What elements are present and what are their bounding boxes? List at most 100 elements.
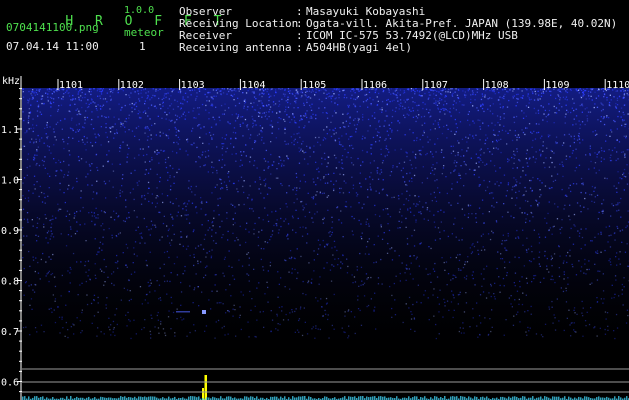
noise-dot [149, 168, 152, 170]
noise-dot [93, 315, 96, 317]
noise-dot [48, 146, 50, 148]
noise-dot [210, 104, 212, 107]
noise-dot [81, 309, 83, 311]
noise-dot [238, 259, 240, 261]
noise-dot [195, 273, 197, 275]
noise-dot [367, 241, 369, 243]
noise-dot [210, 257, 212, 259]
noise-dot [413, 229, 416, 231]
noise-dot [53, 309, 55, 311]
noise-dot [167, 92, 169, 94]
noise-dot [396, 129, 399, 132]
noise-dot [432, 156, 434, 158]
noise-dot [53, 90, 55, 93]
noise-dot [172, 311, 175, 314]
noise-dot [212, 116, 215, 119]
noise-dot [626, 164, 628, 166]
noise-dot [347, 112, 349, 114]
baseline-noise [194, 396, 196, 400]
baseline-noise [226, 396, 228, 400]
noise-dot [119, 232, 121, 234]
noise-dot [184, 92, 187, 94]
noise-dot [385, 138, 387, 140]
noise-dot [405, 303, 407, 305]
noise-dot [121, 191, 124, 193]
noise-dot [455, 131, 457, 133]
noise-dot [385, 145, 388, 147]
noise-dot [514, 154, 516, 156]
noise-dot [464, 263, 466, 266]
noise-dot [567, 111, 569, 113]
noise-dot [112, 170, 115, 172]
noise-dot [589, 154, 591, 156]
noise-dot [431, 153, 433, 155]
noise-dot [222, 234, 224, 236]
noise-dot [267, 167, 269, 169]
noise-dot [27, 197, 30, 199]
noise-dot [80, 190, 82, 192]
noise-dot [295, 122, 297, 124]
noise-dot [506, 143, 508, 145]
noise-dot [72, 186, 74, 188]
noise-dot [63, 176, 65, 178]
noise-dot [276, 313, 278, 315]
noise-dot [333, 183, 335, 186]
noise-dot [342, 174, 345, 176]
noise-dot [624, 156, 626, 158]
noise-dot [340, 144, 342, 146]
noise-dot [547, 212, 549, 215]
noise-dot [260, 139, 263, 141]
noise-dot [94, 133, 96, 135]
noise-dot [147, 172, 150, 174]
noise-dot [270, 120, 273, 122]
noise-dot [623, 172, 625, 174]
noise-dot [317, 177, 319, 179]
noise-dot [35, 257, 37, 259]
noise-dot [243, 191, 245, 194]
noise-dot [59, 161, 62, 163]
noise-dot [109, 131, 112, 133]
noise-dot [138, 154, 140, 156]
noise-dot [300, 255, 302, 258]
noise-dot [409, 207, 411, 209]
noise-dot [569, 204, 571, 206]
noise-dot [187, 96, 189, 98]
noise-dot [579, 104, 581, 107]
noise-dot [50, 219, 52, 221]
noise-dot [538, 251, 541, 253]
noise-dot [278, 88, 280, 90]
noise-dot [410, 164, 412, 166]
noise-dot [459, 177, 462, 179]
noise-dot [217, 88, 219, 90]
noise-dot [277, 121, 279, 124]
noise-dot [179, 92, 182, 94]
noise-dot [280, 88, 282, 90]
noise-dot [91, 145, 94, 147]
noise-dot [345, 182, 347, 184]
noise-dot [553, 253, 556, 255]
noise-dot [415, 120, 417, 123]
noise-dot [257, 111, 260, 114]
noise-dot [342, 113, 344, 115]
noise-dot [458, 174, 460, 176]
noise-dot [125, 314, 127, 316]
noise-dot [409, 128, 411, 131]
noise-dot [63, 160, 65, 163]
noise-dot [71, 117, 73, 119]
noise-dot [294, 95, 296, 97]
noise-dot [213, 166, 215, 169]
noise-dot [620, 151, 623, 153]
baseline-noise [514, 396, 516, 400]
baseline-noise [148, 396, 150, 400]
noise-dot [525, 174, 527, 176]
noise-dot [473, 137, 475, 139]
noise-dot [330, 101, 333, 103]
noise-dot [359, 182, 361, 184]
noise-dot [145, 259, 147, 262]
noise-dot [386, 208, 389, 210]
noise-dot [111, 234, 113, 236]
noise-dot [217, 204, 219, 207]
noise-dot [51, 215, 54, 217]
noise-dot [550, 258, 552, 261]
noise-dot [422, 101, 424, 104]
